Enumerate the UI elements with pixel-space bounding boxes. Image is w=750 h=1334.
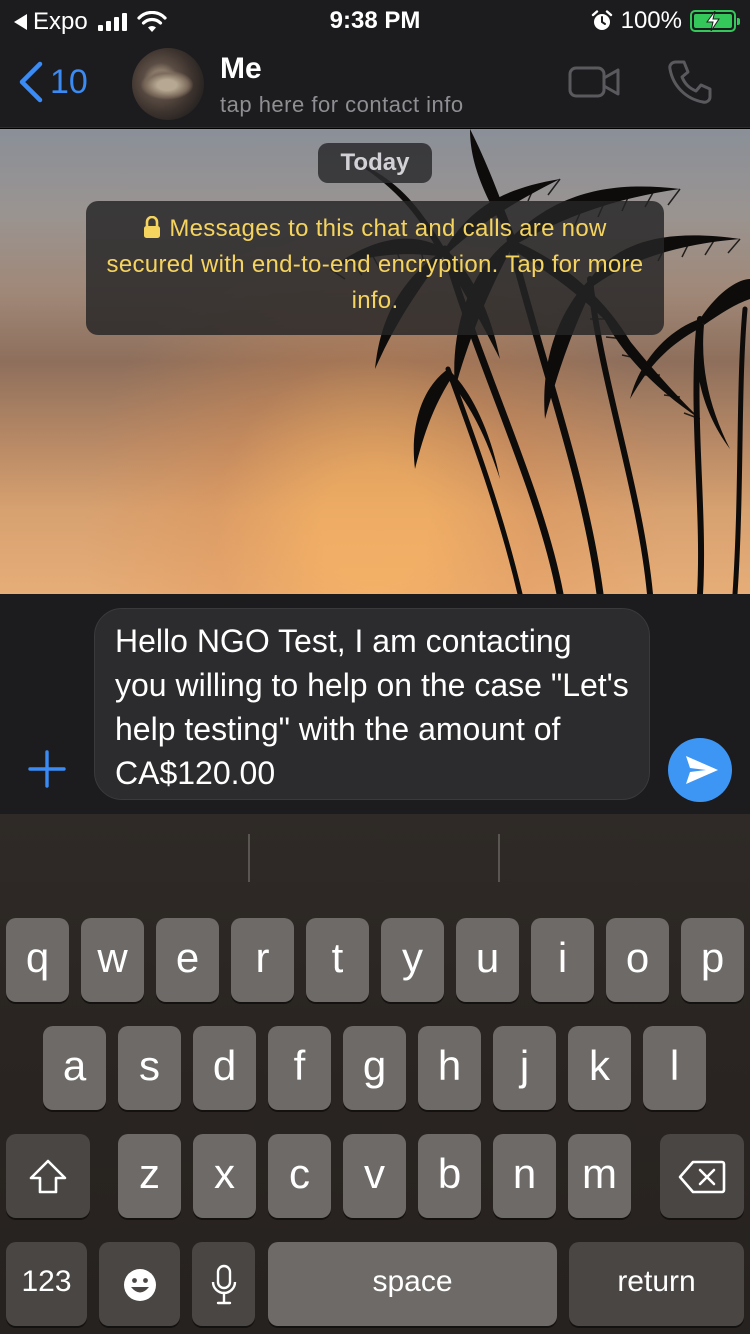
palm-trees-wallpaper [329, 129, 750, 594]
send-icon [686, 756, 718, 784]
microphone-icon [211, 1264, 236, 1305]
key-m[interactable]: m [568, 1134, 631, 1218]
lock-icon [144, 216, 161, 238]
key-t[interactable]: t [306, 918, 369, 1002]
key-k[interactable]: k [568, 1026, 631, 1110]
battery-icon [690, 10, 740, 32]
keyboard: q w e r t y u i o p a s d f g h j k l z … [0, 814, 750, 1334]
predictive-text-bar[interactable] [0, 814, 750, 904]
key-x[interactable]: x [193, 1134, 256, 1218]
space-key[interactable]: space [268, 1242, 557, 1326]
numbers-key[interactable]: 123 [6, 1242, 87, 1326]
send-button[interactable] [668, 738, 732, 802]
encryption-notice-text: Messages to this chat and calls are now … [106, 215, 644, 314]
key-h[interactable]: h [418, 1026, 481, 1110]
alarm-icon [591, 10, 612, 30]
encryption-notice[interactable]: Messages to this chat and calls are now … [86, 201, 664, 335]
chat-header: 10 Me tap here for contact info [0, 40, 750, 128]
key-p[interactable]: p [681, 918, 744, 1002]
key-z[interactable]: z [118, 1134, 181, 1218]
key-o[interactable]: o [606, 918, 669, 1002]
video-call-icon[interactable] [568, 62, 620, 102]
battery-percentage: 100% [620, 7, 682, 34]
key-f[interactable]: f [268, 1026, 331, 1110]
key-d[interactable]: d [193, 1026, 256, 1110]
contact-info-hint[interactable]: tap here for contact info [220, 92, 464, 118]
chat-area[interactable]: Today Messages to this chat and calls ar… [0, 129, 750, 594]
dictation-key[interactable] [192, 1242, 255, 1326]
key-u[interactable]: u [456, 918, 519, 1002]
message-composer: Hello NGO Test, I am contacting you will… [0, 594, 750, 814]
key-g[interactable]: g [343, 1026, 406, 1110]
key-a[interactable]: a [43, 1026, 106, 1110]
shift-icon [29, 1159, 67, 1194]
status-bar: Expo 9:38 PM 100% [0, 0, 750, 40]
key-b[interactable]: b [418, 1134, 481, 1218]
back-button[interactable]: 10 [16, 60, 88, 104]
back-chevron-icon [19, 61, 43, 103]
key-j[interactable]: j [493, 1026, 556, 1110]
plus-icon[interactable] [28, 750, 66, 788]
backspace-key[interactable] [660, 1134, 744, 1218]
key-w[interactable]: w [81, 918, 144, 1002]
key-q[interactable]: q [6, 918, 69, 1002]
return-key[interactable]: return [569, 1242, 744, 1326]
key-y[interactable]: y [381, 918, 444, 1002]
key-s[interactable]: s [118, 1026, 181, 1110]
emoji-icon [123, 1268, 156, 1301]
key-c[interactable]: c [268, 1134, 331, 1218]
shift-key[interactable] [6, 1134, 90, 1218]
contact-avatar[interactable] [132, 48, 204, 120]
emoji-key[interactable] [99, 1242, 180, 1326]
key-v[interactable]: v [343, 1134, 406, 1218]
contact-name[interactable]: Me [220, 52, 262, 86]
key-i[interactable]: i [531, 918, 594, 1002]
key-r[interactable]: r [231, 918, 294, 1002]
backspace-icon [678, 1160, 726, 1194]
date-chip: Today [318, 143, 432, 183]
key-e[interactable]: e [156, 918, 219, 1002]
phone-call-icon[interactable] [666, 58, 714, 106]
unread-count: 10 [50, 62, 88, 101]
key-n[interactable]: n [493, 1134, 556, 1218]
key-l[interactable]: l [643, 1026, 706, 1110]
message-input[interactable]: Hello NGO Test, I am contacting you will… [94, 608, 650, 800]
